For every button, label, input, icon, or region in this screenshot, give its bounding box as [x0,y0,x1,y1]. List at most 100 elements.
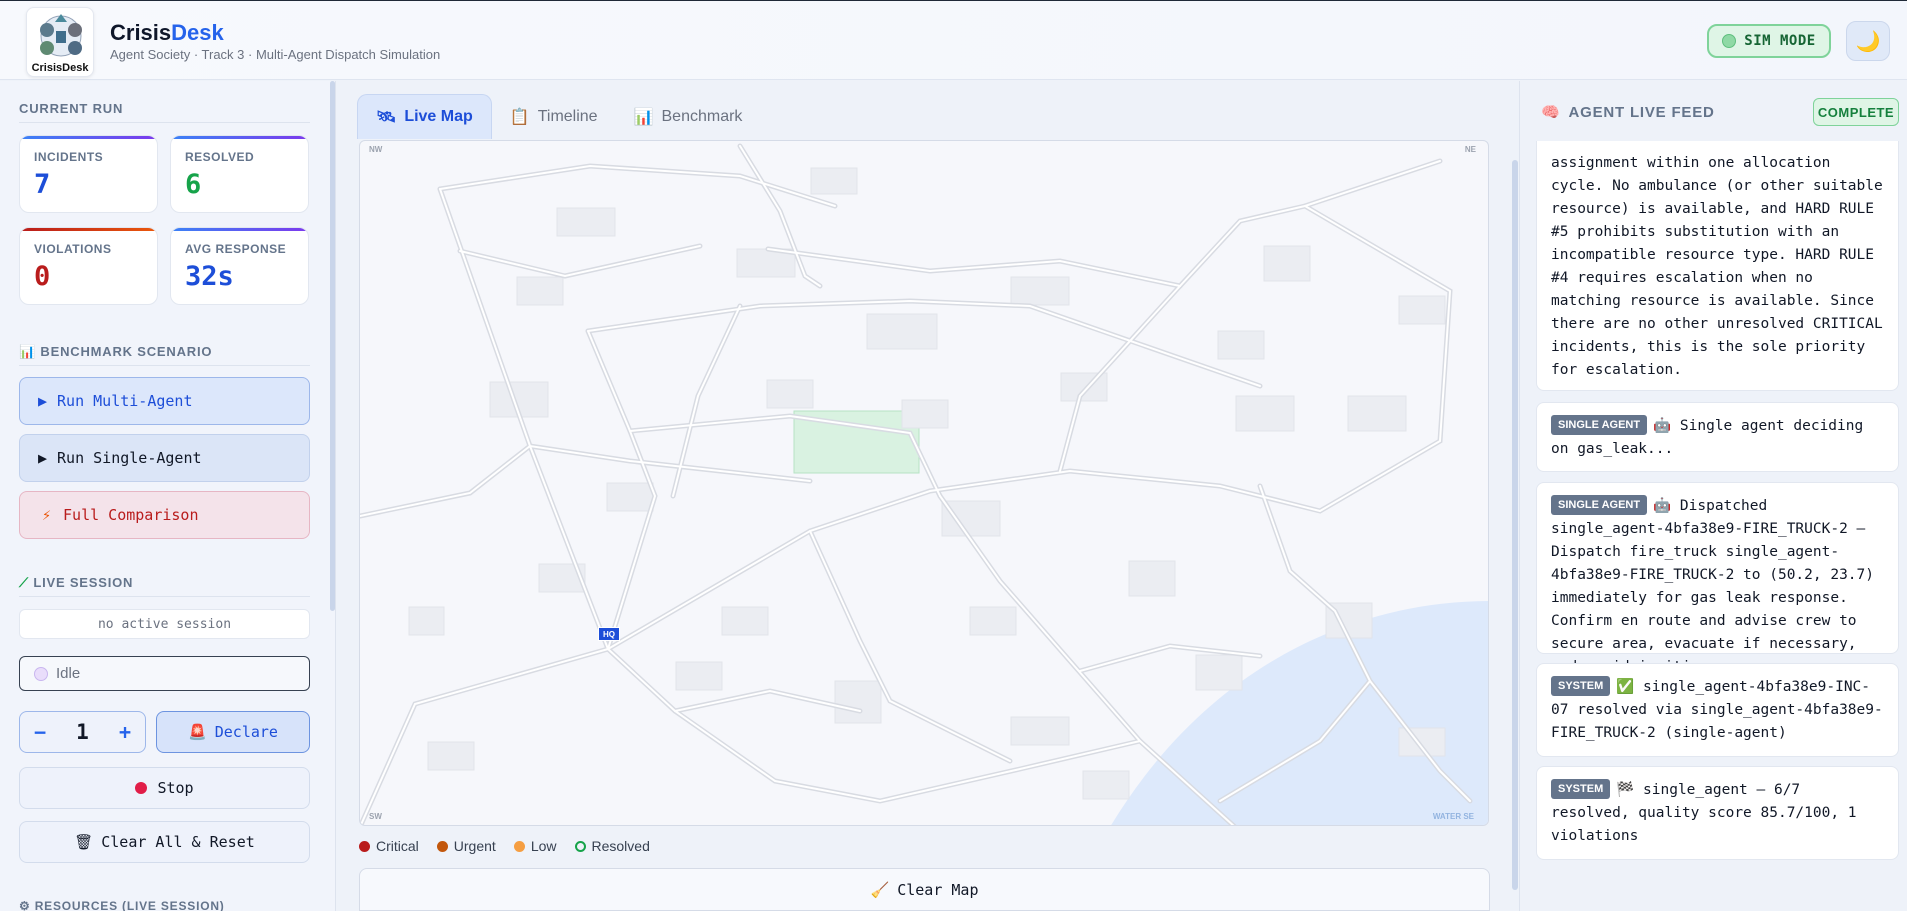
sim-status-dot-icon [1722,34,1737,48]
divider [19,365,310,366]
play-icon: ▶ [38,449,48,467]
minus-button[interactable]: − [34,720,46,744]
low-dot-icon [513,840,525,852]
stat-value: 0 [34,261,51,292]
feed-card-text: assignment within one allocation cycle. … [1551,155,1883,378]
button-label: Declare [214,723,278,741]
chart-icon: 📊 [633,108,654,126]
legend-label: Low [530,838,557,854]
tab-timeline[interactable]: 📋 Timeline [492,94,616,139]
benchmark-scenario-label: 📊 BENCHMARK SCENARIO [19,344,212,360]
feed-list[interactable]: assignment within one allocation cycle. … [1536,141,1899,911]
tab-live-map[interactable]: 🛰 Live Map [357,94,492,139]
stat-accent-bar [171,136,308,139]
feed-card: SYSTEM 🏁 single_agent — 6/7 resolved, qua… [1536,766,1899,860]
stat-incidents: INCIDENTS 7 [19,135,158,213]
resolved-ring-icon [574,840,586,852]
logo-text: CrisisDesk [31,62,89,74]
map-canvas [360,143,1488,825]
feed-card: assignment within one allocation cycle. … [1536,141,1899,391]
compass-sw: SW [369,812,382,821]
stop-icon [135,782,148,794]
theme-toggle-button[interactable]: 🌙 [1846,21,1890,61]
stop-button[interactable]: Stop [19,767,310,809]
check-icon: ✅ [1616,679,1635,695]
robot-icon: 🤖 [1653,418,1672,434]
idle-status-icon [34,666,48,681]
satellite-icon: 🛰 [376,109,397,126]
hq-marker[interactable]: HQ [598,627,620,641]
app-header: CrisisDesk CrisisDesk Agent Society · Tr… [0,0,1907,80]
app-subtitle: Agent Society · Track 3 · Multi-Agent Di… [110,47,441,62]
app-logo: CrisisDesk [26,7,94,77]
stat-accent-bar [20,136,157,139]
stepper-value[interactable]: 1 [76,720,89,744]
tab-label: Live Map [404,108,473,125]
water-area [1111,601,1488,825]
feed-title: 🧠 AGENT LIVE FEED [1541,103,1715,122]
feed-card: SINGLE AGENT 🤖 Single agent deciding on g… [1536,402,1899,472]
stat-value: 6 [185,169,202,200]
button-label: Run Multi-Agent [57,392,193,410]
legend-label: Resolved [591,838,650,854]
button-label: Clear All & Reset [101,833,255,851]
input-placeholder: Idle [56,665,81,682]
view-tabs: 🛰 Live Map 📋 Timeline 📊 Benchmark [357,94,761,139]
sidebar-scrollbar[interactable] [330,81,335,611]
stat-label: AVG RESPONSE [185,242,287,256]
critical-dot-icon [359,840,370,852]
button-label: Full Comparison [63,506,199,524]
stat-value: 32s [185,261,234,292]
urgent-dot-icon [436,840,448,852]
run-multi-agent-button[interactable]: ▶ Run Multi-Agent [19,377,310,425]
count-stepper: − 1 + [19,711,146,753]
control-sidebar: CURRENT RUN INCIDENTS 7 RESOLVED 6 VIOLA… [0,81,336,911]
center-scrollbar[interactable] [1512,160,1518,890]
title-accent: Desk [171,20,224,45]
legend-low: Low [513,838,557,854]
broom-icon: 🧹 [870,880,890,899]
legend-critical: Critical [359,838,419,854]
divider [19,596,310,597]
tab-benchmark[interactable]: 📊 Benchmark [616,94,761,139]
button-label: Clear Map [897,880,979,899]
clear-map-button[interactable]: 🧹 Clear Map [359,868,1490,911]
plus-button[interactable]: + [119,720,131,744]
full-comparison-button[interactable]: ⚡ Full Comparison [19,491,310,539]
map-legend: Critical Urgent Low Resolved [359,838,650,854]
legend-label: Critical [376,838,419,854]
stat-label: RESOLVED [185,150,255,164]
legend-label: Urgent [453,838,496,854]
feed-card-text: Dispatched single_agent-4bfa38e9-FIRE_TR… [1551,498,1875,675]
declare-button[interactable]: 🚨 Declare [156,711,310,753]
stat-violations: VIOLATIONS 0 [19,227,158,305]
resources-label-text: RESOURCES (LIVE SESSION) [34,899,225,911]
clear-all-reset-button[interactable]: 🗑 Clear All & Reset [19,821,310,863]
benchmark-label-text: BENCHMARK SCENARIO [40,344,213,359]
system-tag: SYSTEM [1551,779,1611,799]
scenario-input[interactable]: Idle [19,656,310,691]
live-map[interactable]: NW NE SW WATER SE HQ [359,140,1489,826]
sim-mode-badge[interactable]: SIM MODE [1707,24,1831,58]
app-title: CrisisDesk [110,20,224,46]
alarm-icon: 🚨 [188,723,207,741]
finish-flag-icon: 🏁 [1616,782,1635,798]
stat-value: 7 [34,169,51,200]
logo-emblem-icon [40,14,82,57]
antenna-icon: ⟋ [19,575,29,590]
button-label: Stop [157,779,194,797]
stat-label: INCIDENTS [34,150,104,164]
stat-accent-bar [20,228,157,231]
brain-icon: 🧠 [1541,104,1561,121]
run-status-badge: COMPLETE [1813,98,1899,126]
resources-label: ⚙ RESOURCES (LIVE SESSION) [19,899,225,911]
sim-mode-label: SIM MODE [1744,33,1816,49]
stat-avg-response: AVG RESPONSE 32s [170,227,309,305]
stat-resolved: RESOLVED 6 [170,135,309,213]
compass-se: WATER SE [1432,812,1474,821]
run-single-agent-button[interactable]: ▶ Run Single-Agent [19,434,310,482]
system-tag: SYSTEM [1551,676,1611,696]
feed-card: SINGLE AGENT 🤖 Dispatched single_agent-4b… [1536,482,1899,675]
button-label: Run Single-Agent [57,449,202,467]
legend-urgent: Urgent [436,838,496,854]
